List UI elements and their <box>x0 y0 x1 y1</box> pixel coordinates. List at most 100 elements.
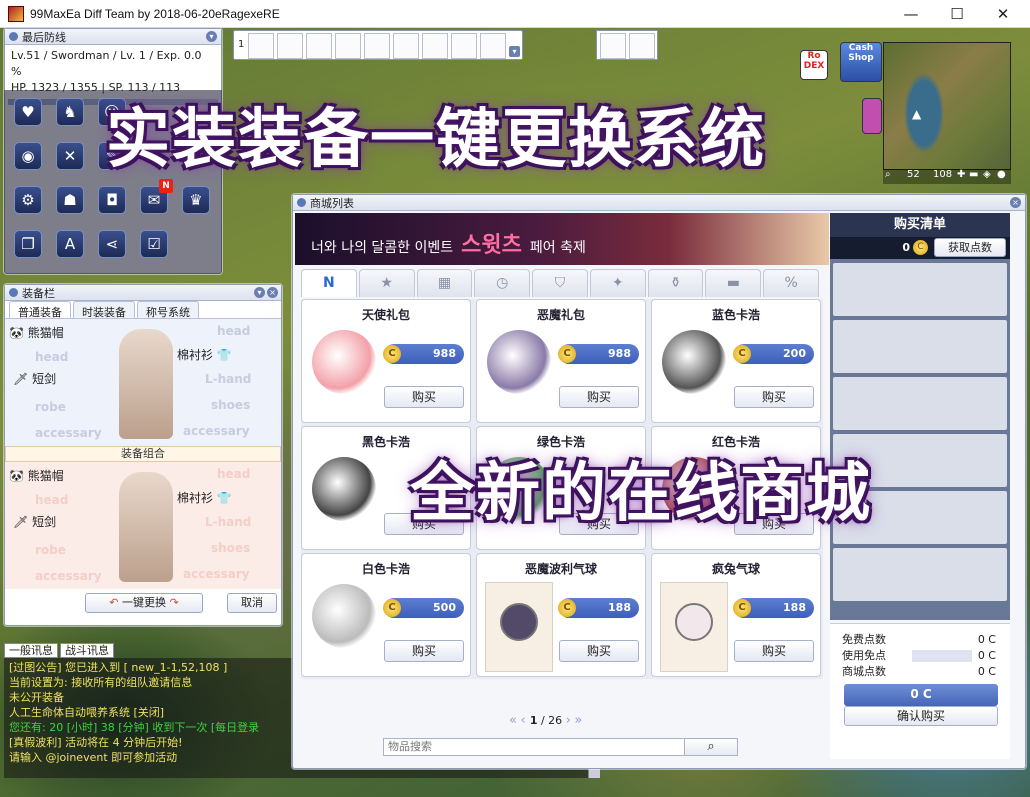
potion-tab[interactable]: ⚱ <box>647 269 704 297</box>
share-icon[interactable]: ⋖ <box>98 230 126 258</box>
star-tab[interactable]: ★ <box>358 269 415 297</box>
zoom-out-icon[interactable]: ▬ <box>969 169 978 180</box>
hotkey-slot[interactable] <box>393 33 419 59</box>
hotkey-slot[interactable] <box>629 33 655 59</box>
minimap-toggle-icon[interactable]: ◈ <box>983 169 991 180</box>
cart-slot[interactable] <box>833 263 1007 316</box>
cash-shop-icon[interactable]: Cash Shop <box>840 42 882 82</box>
box-tab[interactable]: ▬ <box>705 269 762 297</box>
cart-slot[interactable] <box>833 320 1007 373</box>
consumable-tab[interactable]: ▦ <box>416 269 473 297</box>
buy-button[interactable]: 购买 <box>559 640 639 662</box>
zoom-search-icon[interactable]: ⌕ <box>885 169 891 180</box>
confirm-purchase-button[interactable]: 确认购买 <box>844 706 998 726</box>
set-slot-weapon[interactable]: 🗡 短剑 <box>13 510 56 534</box>
one-click-swap-button[interactable]: ↶ 一键更换 ↷ <box>85 593 203 613</box>
coin-icon: C <box>913 240 928 255</box>
buy-button[interactable]: 购买 <box>384 640 464 662</box>
next-page-icon[interactable]: › <box>566 713 571 728</box>
search-icon[interactable]: ⌕ <box>684 738 738 756</box>
calendar-icon[interactable]: ☑ <box>140 230 168 258</box>
hotkey-slot[interactable] <box>306 33 332 59</box>
set-slot-head[interactable]: 🐼 熊猫帽 <box>9 464 64 488</box>
game-viewport[interactable]: 最后防线 ▾ Lv.51 / Swordman / Lv. 1 / Exp. 0… <box>0 28 1030 797</box>
swords-icon[interactable]: ✕ <box>56 142 84 170</box>
tab-costume-equip[interactable]: 时装装备 <box>73 301 135 319</box>
equipment-window-header[interactable]: 装备栏 <box>5 285 281 301</box>
hotkey-slot[interactable] <box>422 33 448 59</box>
shop-item-card[interactable]: 疯兔气球 C 188 购买 <box>651 553 821 677</box>
hotkey-slot[interactable] <box>451 33 477 59</box>
ro-dex-icon[interactable]: Ro DEX <box>800 50 828 80</box>
hotkey-slot[interactable] <box>364 33 390 59</box>
close-button[interactable]: ✕ <box>980 0 1026 28</box>
equip-slot-head[interactable]: 🐼 熊猫帽 <box>9 321 64 345</box>
hotbar-scroll-icon[interactable]: ▾ <box>509 46 520 57</box>
new-tab[interactable]: N <box>301 269 357 297</box>
hotkey-slot[interactable] <box>248 33 274 59</box>
set-slot-body[interactable]: 棉衬衫 👕 <box>177 486 232 510</box>
first-page-icon[interactable]: « <box>509 713 517 728</box>
total-display: 0 C <box>844 684 998 706</box>
event-banner[interactable]: 너와 나의 달콤한 이벤트 스윗츠 페어 축제 <box>295 213 829 265</box>
hotkey-slot[interactable] <box>335 33 361 59</box>
cart-slot[interactable] <box>833 548 1007 601</box>
mail-icon[interactable]: ✉ N <box>140 179 173 214</box>
hotkey-slot[interactable] <box>480 33 506 59</box>
hotkey-page[interactable]: 1 <box>238 39 244 50</box>
last-page-icon[interactable]: » <box>574 713 582 728</box>
character-preview <box>119 472 173 582</box>
tab-battle-chat[interactable]: 战斗讯息 <box>60 643 114 658</box>
bag-icon[interactable]: ☗ <box>56 186 84 214</box>
status-window-header[interactable]: 最后防线 <box>5 29 221 45</box>
tab-normal-equip[interactable]: 普通装备 <box>9 301 71 319</box>
collapse-icon[interactable]: ▾ <box>254 287 265 298</box>
tab-general-chat[interactable]: 一般讯息 <box>4 643 58 658</box>
equip-set-header: 装备组合 <box>5 446 281 462</box>
tab-title-system[interactable]: 称号系统 <box>137 301 199 319</box>
zoom-in-icon[interactable]: ✚ <box>957 169 965 180</box>
shop-item-card[interactable]: 天使礼包 C 988 购买 <box>301 299 471 423</box>
close-icon[interactable]: × <box>267 287 278 298</box>
minimap-option-icon[interactable]: ● <box>997 169 1006 180</box>
enchant-tab[interactable]: ✦ <box>589 269 646 297</box>
armor-tab[interactable]: ⛉ <box>532 269 588 297</box>
trophy-icon[interactable]: ♛ <box>182 186 210 214</box>
camera-icon[interactable]: ◘ <box>98 186 126 214</box>
shop-item-card[interactable]: 恶魔波利气球 C 188 购买 <box>476 553 646 677</box>
minimize-button[interactable]: — <box>888 0 934 28</box>
sale-tab[interactable]: % <box>763 269 820 297</box>
shop-item-card[interactable]: 白色卡浩 C 500 购买 <box>301 553 471 677</box>
hotkey-slot[interactable] <box>277 33 303 59</box>
book-icon[interactable]: ❐ <box>14 230 42 258</box>
equip-slot-body[interactable]: 棉衬衫 👕 <box>177 343 232 367</box>
shop-item-card[interactable]: 恶魔礼包 C 988 购买 <box>476 299 646 423</box>
slot-label: shoes <box>211 398 251 412</box>
buy-button[interactable]: 购买 <box>734 640 814 662</box>
wings-icon[interactable]: ♞ <box>56 98 84 126</box>
shop-item-card[interactable]: 蓝色卡浩 C 200 购买 <box>651 299 821 423</box>
prev-page-icon[interactable]: ‹ <box>520 713 529 728</box>
collapse-icon[interactable]: ▾ <box>206 31 217 42</box>
slot-label: accessary <box>183 424 250 438</box>
keyboard-a-icon[interactable]: A <box>56 230 84 258</box>
use-free-input[interactable] <box>912 650 972 662</box>
buy-button[interactable]: 购买 <box>734 386 814 408</box>
cart-slot[interactable] <box>833 377 1007 430</box>
rental-tab[interactable]: ◷ <box>474 269 531 297</box>
buy-button[interactable]: 购买 <box>384 386 464 408</box>
get-points-button[interactable]: 获取点数 <box>934 238 1006 257</box>
equip-slot-weapon[interactable]: 🗡 短剑 <box>13 367 56 391</box>
minimap[interactable]: ▲ <box>883 42 1011 170</box>
item-price: C 988 <box>558 344 639 364</box>
guild-icon[interactable]: ◉ <box>14 142 42 170</box>
buy-button[interactable]: 购买 <box>559 386 639 408</box>
close-icon[interactable]: × <box>1010 197 1021 208</box>
cancel-button[interactable]: 取消 <box>227 593 277 613</box>
maximize-button[interactable]: ☐ <box>934 0 980 28</box>
hotkey-slot[interactable] <box>600 33 626 59</box>
cash-icon[interactable]: ♥ <box>14 98 42 126</box>
shop-header[interactable]: 商城列表 <box>293 195 1025 211</box>
settings-gear-icon[interactable]: ⚙ <box>14 186 42 214</box>
event-icon[interactable] <box>862 98 882 134</box>
